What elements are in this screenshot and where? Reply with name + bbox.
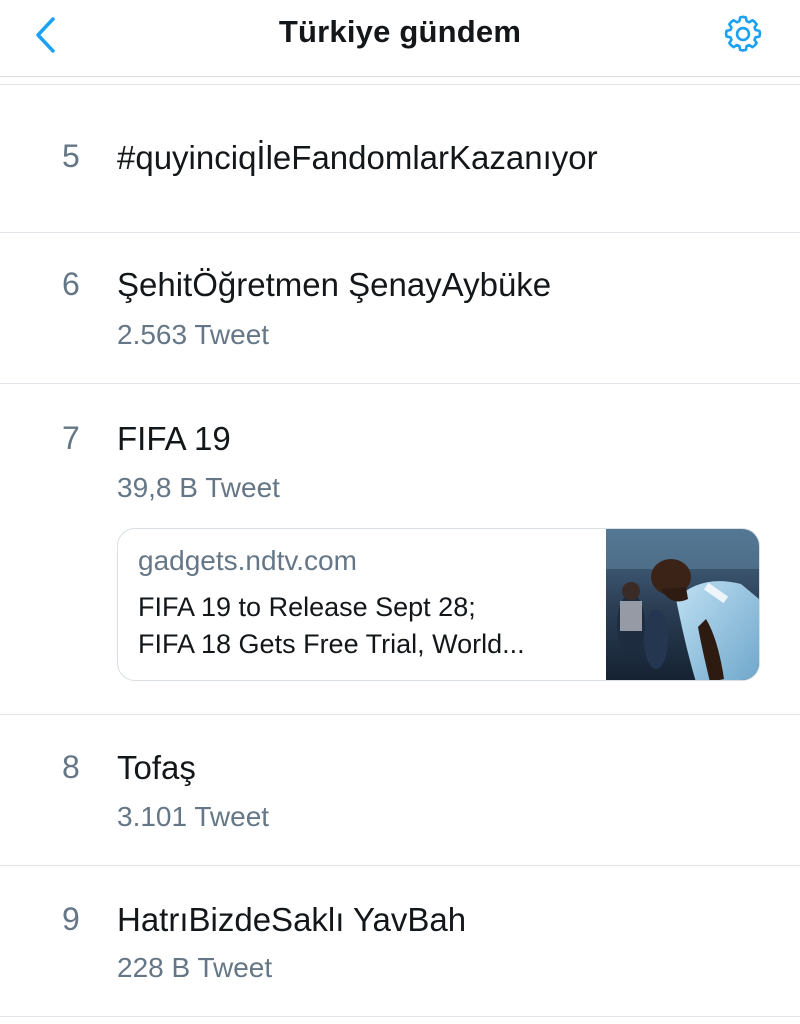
navigation-bar: Türkiye gündem — [0, 0, 800, 77]
trend-name: HatrıBizdeSaklı YavBah — [117, 901, 467, 938]
card-domain: gadgets.ndtv.com — [138, 545, 357, 576]
trend-tweet-count: 2.563 Tweet — [117, 319, 270, 350]
trend-item-7[interactable]: 7 FIFA 19 39,8 B Tweet gadgets.ndtv.com … — [0, 384, 800, 715]
gear-icon — [724, 15, 762, 52]
card-headline-line-1: FIFA 19 to Release Sept 28; — [138, 592, 476, 622]
link-preview-card[interactable]: gadgets.ndtv.com FIFA 19 to Release Sept… — [117, 528, 760, 681]
card-headline-line-2: FIFA 18 Gets Free Trial, World... — [138, 629, 525, 659]
trend-name: FIFA 19 — [117, 420, 231, 457]
trend-tweet-count: 3.101 Tweet — [117, 801, 270, 832]
trend-item-5[interactable]: 5 #quyinciqİleFandomlarKazanıyor — [0, 85, 800, 233]
card-headline: FIFA 19 to Release Sept 28; FIFA 18 Gets… — [138, 589, 598, 663]
trend-rank: 9 — [62, 901, 80, 937]
trend-item-8[interactable]: 8 Tofaş 3.101 Tweet — [0, 715, 800, 866]
trend-rank: 5 — [62, 138, 80, 174]
settings-button[interactable] — [720, 11, 766, 57]
trend-item-9[interactable]: 9 HatrıBizdeSaklı YavBah 228 B Tweet — [0, 866, 800, 1017]
card-thumbnail-image — [606, 529, 759, 680]
trend-rank: 7 — [62, 420, 80, 456]
page-title: Türkiye gündem — [278, 14, 522, 49]
trend-rank: 8 — [62, 749, 80, 785]
trend-name: #quyinciqİleFandomlarKazanıyor — [117, 139, 598, 176]
trend-name: Tofaş — [117, 749, 196, 786]
trend-tweet-count: 228 B Tweet — [117, 952, 273, 983]
trend-tweet-count: 39,8 B Tweet — [117, 472, 280, 503]
trend-item-6[interactable]: 6 ŞehitÖğretmen ŞenayAybüke 2.563 Tweet — [0, 233, 800, 384]
trend-rank: 6 — [62, 266, 80, 302]
trend-name: ŞehitÖğretmen ŞenayAybüke — [117, 266, 552, 303]
